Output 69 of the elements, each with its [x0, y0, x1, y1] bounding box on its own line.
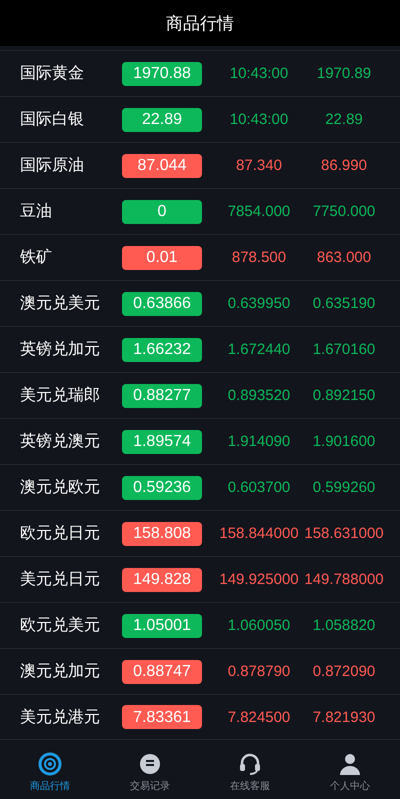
- price-badge: 7.83361: [122, 705, 202, 729]
- nav-tab[interactable]: 交易记录: [100, 740, 200, 799]
- price-badge: 1970.88: [122, 62, 202, 86]
- commodity-name: 欧元兑美元: [20, 616, 101, 636]
- commodity-name: 铁矿: [20, 248, 53, 268]
- price-badge: 0.01: [122, 246, 202, 270]
- table-cell-text: 0.603700: [226, 479, 292, 496]
- table-cell-text: 149.925000: [218, 571, 300, 588]
- table-cell-text: 1970.89: [316, 65, 372, 82]
- commodity-name: 美元兑瑞郎: [20, 386, 101, 406]
- table-cell-text: 0.878790: [226, 663, 292, 680]
- table-cell-text: 0.872090: [312, 663, 376, 680]
- commodity-name: 英镑兑澳元: [20, 432, 101, 452]
- table-cell-text: 0.635190: [312, 295, 376, 312]
- commodity-name: 国际原油: [20, 156, 85, 176]
- document-icon: [138, 752, 162, 776]
- person-icon: [338, 752, 362, 776]
- price-badge: 22.89: [122, 108, 202, 132]
- price-badge: 1.89574: [122, 430, 202, 454]
- table-cell-text: 10:43:00: [228, 65, 290, 82]
- commodity-name: 国际白银: [20, 110, 85, 130]
- commodity-name: 美元兑日元: [20, 570, 101, 590]
- nav-tab[interactable]: 商品行情: [0, 740, 100, 799]
- price-badge: 158.808: [122, 522, 202, 546]
- price-badge: 0: [122, 200, 202, 224]
- price-badge: 0.59236: [122, 476, 202, 500]
- table-cell-text: 878.500: [230, 249, 288, 266]
- table-cell-text: 1.058820: [312, 617, 376, 634]
- table-cell-text: 7854.000: [226, 203, 292, 220]
- table-cell-text: 0.892150: [312, 387, 376, 404]
- table-cell-text: 1.672440: [226, 341, 292, 358]
- headset-icon: [238, 752, 262, 776]
- table-cell-text: 7.821930: [312, 708, 376, 726]
- table-cell-text: 0.639950: [226, 295, 292, 312]
- commodity-name: 豆油: [20, 202, 53, 222]
- commodity-name: 澳元兑加元: [20, 662, 101, 682]
- nav-tab[interactable]: 在线客服: [200, 740, 300, 799]
- nav-tab[interactable]: 个人中心: [300, 740, 400, 799]
- price-badge: 0.88747: [122, 660, 202, 684]
- table-cell-text: 0.599260: [312, 479, 376, 496]
- price-badge: 0.63866: [122, 292, 202, 316]
- table-cell-text: 7.824500: [226, 708, 292, 726]
- commodity-name: 澳元兑欧元: [20, 478, 101, 498]
- table-cell-text: 1.901600: [312, 433, 376, 450]
- table-cell-text: 22.89: [324, 111, 364, 128]
- table-cell-text: 158.631000: [303, 525, 385, 542]
- table-cell-text: 158.844000: [218, 525, 300, 542]
- commodity-name: 国际黄金: [20, 64, 85, 84]
- commodity-name: 美元兑港元: [20, 708, 101, 728]
- table-cell-text: 10:43:00: [228, 111, 290, 128]
- price-badge: 1.05001: [122, 614, 202, 638]
- commodity-name: 欧元兑日元: [20, 524, 101, 544]
- price-badge: 87.044: [122, 154, 202, 178]
- table-cell-text: 1.060050: [226, 617, 292, 634]
- table-cell-text: 149.788000: [303, 571, 385, 588]
- table-cell-text: 86.990: [320, 157, 368, 174]
- table-cell-text: 7750.000: [312, 203, 376, 220]
- commodity-name: 英镑兑加元: [20, 340, 101, 360]
- price-badge: 149.828: [122, 568, 202, 592]
- table-cell-text: 863.000: [316, 249, 372, 266]
- price-badge: 0.88277: [122, 384, 202, 408]
- table-cell-text: 0.893520: [226, 387, 292, 404]
- commodity-name: 澳元兑美元: [20, 294, 101, 314]
- page-title: 商品行情: [166, 12, 234, 34]
- table-cell-text: 87.340: [235, 157, 283, 174]
- target-icon: [38, 752, 62, 776]
- price-badge: 1.66232: [122, 338, 202, 362]
- table-cell-text: 1.670160: [312, 341, 376, 358]
- table-cell-text: 1.914090: [226, 433, 292, 450]
